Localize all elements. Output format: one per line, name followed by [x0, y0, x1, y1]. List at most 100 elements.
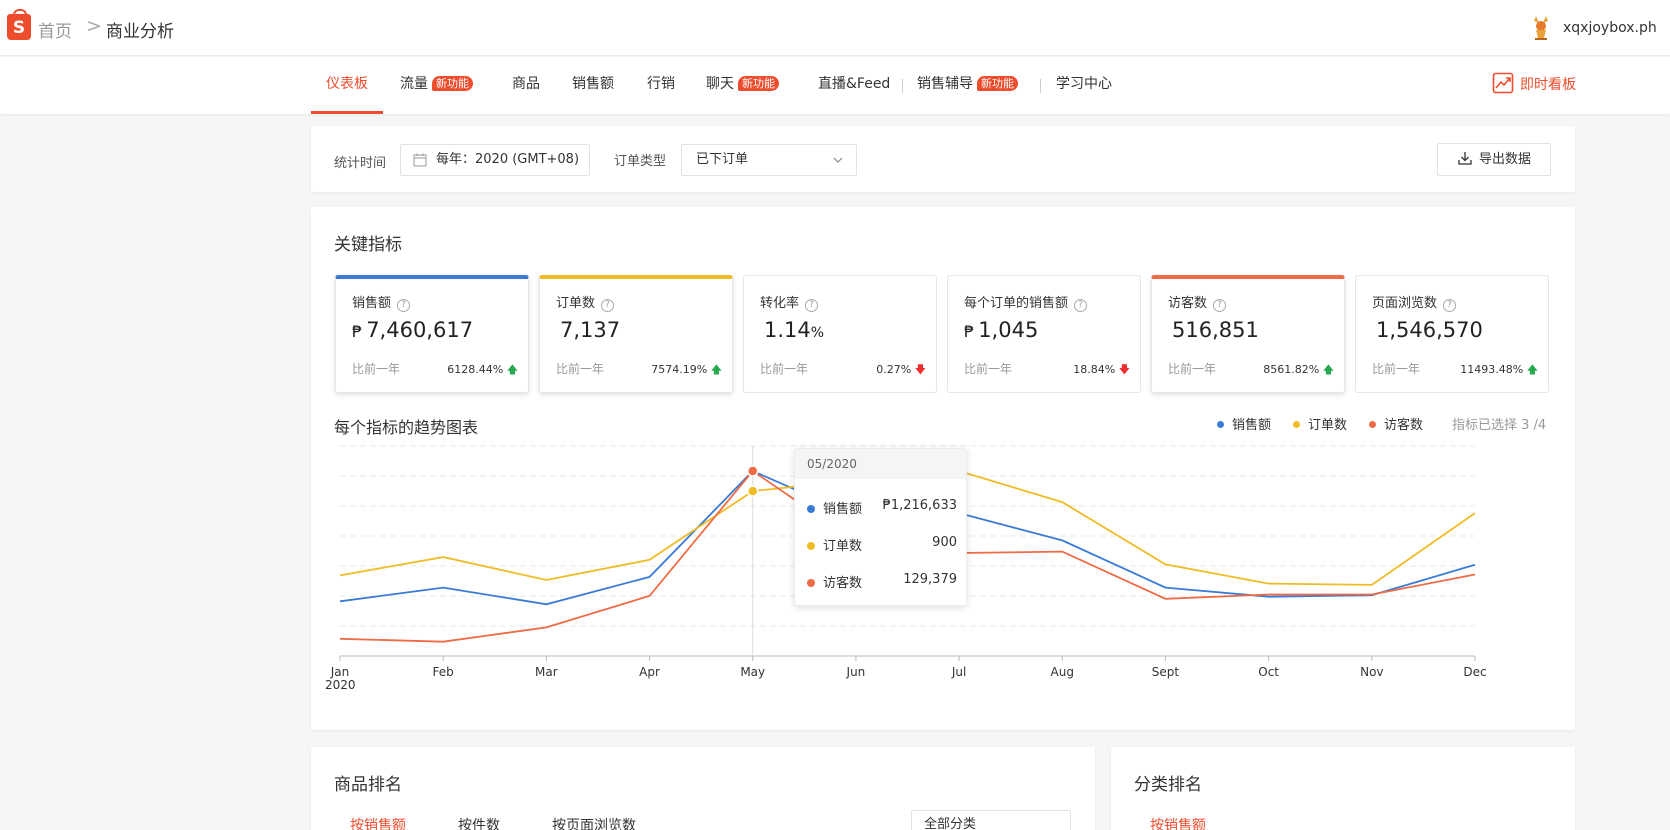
help-icon[interactable]: ? [1443, 299, 1457, 312]
metric-card[interactable]: 销售额? ₱ 7,460,617 比前一年 6128.44% 🡅 [335, 275, 529, 393]
metric-value: ₱ 7,460,617 [352, 318, 473, 342]
metric-card[interactable]: 每个订单的销售额? ₱ 1,045 比前一年 18.84% 🡇 [947, 275, 1141, 393]
date-picker[interactable]: 每年：2020 (GMT+08) [400, 144, 590, 176]
tooltip-row-sales: 销售额 ₱1,216,633 [807, 498, 957, 517]
export-data-button[interactable]: 导出数据 [1437, 143, 1551, 176]
legend-dot [1217, 421, 1224, 428]
metric-change: 8561.82% 🡅 [1263, 361, 1334, 380]
legend-item-sales[interactable]: 销售额 [1217, 414, 1271, 433]
order-type-select[interactable]: 已下订单 [681, 144, 857, 176]
tab-live-feed[interactable]: 直播&Feed [818, 57, 890, 114]
metric-card[interactable]: 订单数? 7,137 比前一年 7574.19% 🡅 [539, 275, 733, 393]
metric-value: 1,546,570 [1372, 318, 1483, 342]
live-board-link[interactable]: 即时看板 [1492, 57, 1576, 114]
metric-label-text: 销售额 [352, 296, 392, 311]
change-percent: 0.27% [876, 363, 912, 376]
tab-traffic[interactable]: 流量 新功能 [400, 57, 473, 114]
compare-label: 比前一年 [352, 362, 401, 376]
tab-label: 仪表板 [326, 76, 368, 92]
metric-label-text: 页面浏览数 [1372, 296, 1438, 311]
tab-marketing[interactable]: 行销 [647, 57, 675, 114]
tab-label: 流量 [400, 76, 428, 92]
tab-label: 行销 [647, 76, 675, 92]
tab-rank-by-units[interactable]: 按件数 [458, 815, 500, 830]
metric-value: 7,137 [556, 318, 620, 342]
tab-label: 销售辅导 [917, 76, 973, 92]
metric-label: 访客数? [1168, 292, 1227, 312]
live-board-label: 即时看板 [1520, 77, 1576, 93]
metric-change: 6128.44% 🡅 [447, 361, 518, 380]
compare-label: 比前一年 [964, 362, 1013, 376]
tab-dashboard[interactable]: 仪表板 [311, 57, 383, 114]
tooltip-dot [807, 579, 815, 587]
download-icon [1458, 152, 1472, 165]
time-label: 统计时间 [334, 156, 387, 171]
help-icon[interactable]: ? [397, 299, 411, 312]
arrow-up-icon: 🡅 [506, 363, 518, 376]
top-header: S 首页 > 商业分析 xqxjoybox.ph [0, 0, 1670, 56]
metric-label-text: 每个订单的销售额 [964, 296, 1069, 311]
breadcrumb-home[interactable]: 首页 [38, 17, 72, 42]
metric-value: ₱ 1,045 [964, 318, 1038, 342]
category-select[interactable]: 全部分类 [911, 810, 1071, 830]
legend-item-visitors[interactable]: 访客数 [1369, 414, 1423, 433]
metric-card[interactable]: 访客数? 516,851 比前一年 8561.82% 🡅 [1151, 275, 1345, 393]
tab-sales[interactable]: 销售额 [572, 57, 614, 114]
metric-label: 每个订单的销售额? [964, 292, 1088, 312]
currency-symbol: ₱ [352, 322, 363, 341]
nav-divider [1040, 79, 1041, 93]
metric-label-text: 订单数 [556, 296, 596, 311]
tab-products[interactable]: 商品 [512, 57, 540, 114]
key-metrics-title: 关键指标 [334, 235, 402, 255]
shop-avatar-icon[interactable] [1530, 14, 1552, 42]
tab-chat[interactable]: 聊天 新功能 [706, 57, 779, 114]
metric-number: 7,460,617 [366, 318, 474, 342]
tab-rank-by-sales[interactable]: 按销售额 [350, 815, 406, 830]
arrow-up-icon: 🡅 [1526, 363, 1538, 376]
tab-label: 直播&Feed [818, 76, 891, 92]
trend-chart-title: 每个指标的趋势图表 [334, 418, 479, 437]
help-icon[interactable]: ? [601, 299, 615, 312]
metric-card[interactable]: 页面浏览数? 1,546,570 比前一年 11493.48% 🡅 [1355, 275, 1549, 393]
tooltip-label: 访客数 [823, 576, 863, 591]
metric-number: 516,851 [1172, 318, 1259, 342]
help-icon[interactable]: ? [1213, 299, 1227, 312]
calendar-icon [413, 153, 427, 167]
arrow-up-icon: 🡅 [1322, 363, 1334, 376]
metric-label: 页面浏览数? [1372, 292, 1457, 312]
order-type-label: 订单类型 [614, 154, 667, 169]
tab-rank-by-views[interactable]: 按页面浏览数 [552, 815, 636, 830]
compare-label: 比前一年 [1372, 362, 1421, 376]
tab-sales-coaching[interactable]: 销售辅导 新功能 [917, 57, 1018, 114]
arrow-up-icon: 🡅 [710, 363, 722, 376]
tooltip-dot [807, 505, 815, 513]
tooltip-dot [807, 542, 815, 550]
tab-learning-center[interactable]: 学习中心 [1056, 57, 1112, 114]
change-percent: 11493.48% [1460, 363, 1524, 376]
help-icon[interactable]: ? [1074, 299, 1088, 312]
help-icon[interactable]: ? [805, 299, 819, 312]
date-value: 每年：2020 (GMT+08) [436, 152, 580, 167]
metric-value: 516,851 [1168, 318, 1259, 342]
metric-card[interactable]: 转化率? 1.14% 比前一年 0.27% 🡇 [743, 275, 937, 393]
chevron-down-icon [833, 157, 843, 163]
shop-name[interactable]: xqxjoybox.ph [1563, 20, 1657, 36]
category-tab-by-sales[interactable]: 按销售额 [1150, 815, 1206, 830]
tooltip-value: 129,379 [903, 572, 957, 587]
legend-dot [1293, 421, 1300, 428]
legend-dot [1369, 421, 1376, 428]
category-ranking-title: 分类排名 [1134, 775, 1202, 795]
main-nav: 仪表板 流量 新功能 商品 销售额 行销 聊天 新功能 直播&Feed 销售辅导 新功… [0, 57, 1670, 114]
change-percent: 8561.82% [1263, 363, 1320, 376]
tooltip-label: 销售额 [823, 502, 863, 517]
legend-label: 订单数 [1308, 418, 1348, 433]
compare-label: 比前一年 [556, 362, 605, 376]
shopee-logo-icon[interactable]: S [7, 9, 31, 40]
legend-item-orders[interactable]: 订单数 [1293, 414, 1347, 433]
metric-label-text: 转化率 [760, 296, 800, 311]
metric-number: 1,045 [978, 318, 1039, 342]
selected-metrics-count: 指标已选择 3 /4 [1452, 418, 1547, 433]
compare-label: 比前一年 [1168, 362, 1217, 376]
category-select-value: 全部分类 [924, 817, 977, 830]
trend-chart-icon [1492, 72, 1514, 94]
